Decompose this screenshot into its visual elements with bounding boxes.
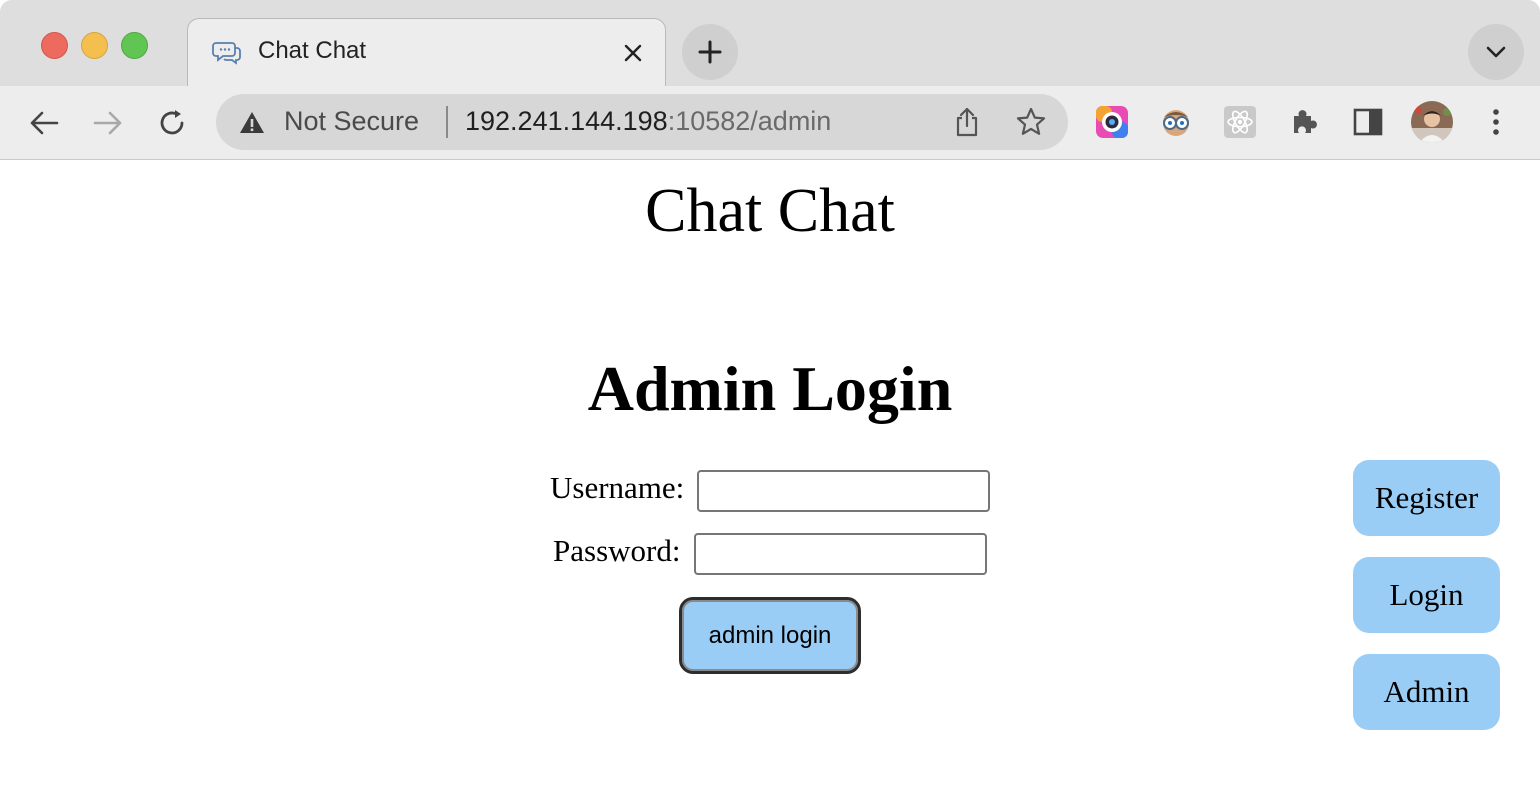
react-devtools-icon[interactable] bbox=[1222, 104, 1258, 140]
tab-search-button[interactable] bbox=[1468, 24, 1524, 80]
goggles-extension-icon[interactable] bbox=[1158, 104, 1194, 140]
maximize-window-button[interactable] bbox=[121, 32, 148, 59]
tab-title: Chat Chat bbox=[258, 37, 367, 64]
admin-login-button[interactable]: admin login bbox=[679, 597, 861, 674]
password-label: Password: bbox=[553, 533, 681, 568]
extensions-puzzle-icon[interactable] bbox=[1286, 104, 1322, 140]
arrow-left-icon bbox=[30, 111, 59, 135]
plus-icon bbox=[698, 40, 722, 64]
warning-icon[interactable] bbox=[238, 110, 266, 136]
address-bar[interactable]: Not Secure 192.241.144.198:10582/admin bbox=[216, 94, 1068, 150]
url-text[interactable]: 192.241.144.198:10582/admin bbox=[465, 106, 831, 137]
minimize-window-button[interactable] bbox=[81, 32, 108, 59]
address-divider bbox=[446, 106, 448, 138]
admin-nav-button[interactable]: Admin bbox=[1353, 654, 1500, 730]
tab-strip: Chat Chat bbox=[0, 0, 1540, 87]
username-label: Username: bbox=[550, 470, 685, 505]
side-panel-icon[interactable] bbox=[1350, 104, 1386, 140]
new-tab-button[interactable] bbox=[682, 24, 738, 80]
close-window-button[interactable] bbox=[41, 32, 68, 59]
browser-menu-icon[interactable] bbox=[1478, 104, 1514, 140]
back-button[interactable] bbox=[25, 104, 63, 142]
arrow-right-icon bbox=[93, 111, 122, 135]
forward-button[interactable] bbox=[89, 104, 127, 142]
color-picker-extension-icon[interactable] bbox=[1094, 104, 1130, 140]
reload-button[interactable] bbox=[153, 104, 191, 142]
tab-chat-chat[interactable]: Chat Chat bbox=[187, 18, 666, 87]
url-path: :10582/admin bbox=[667, 106, 832, 136]
tab-close-icon[interactable] bbox=[619, 39, 647, 67]
chat-bubbles-icon bbox=[212, 39, 242, 65]
chevron-down-icon bbox=[1486, 46, 1506, 58]
bookmark-star-icon[interactable] bbox=[1015, 106, 1047, 138]
password-input[interactable] bbox=[694, 533, 987, 575]
url-host: 192.241.144.198 bbox=[465, 106, 668, 136]
security-label[interactable]: Not Secure bbox=[284, 106, 419, 137]
page-title: Chat Chat bbox=[645, 177, 895, 245]
password-row: Password: bbox=[553, 533, 987, 575]
admin-login-heading: Admin Login bbox=[587, 353, 953, 424]
profile-avatar[interactable] bbox=[1410, 100, 1454, 144]
username-input[interactable] bbox=[697, 470, 990, 512]
share-icon[interactable] bbox=[952, 106, 982, 138]
login-nav-button[interactable]: Login bbox=[1353, 557, 1500, 633]
reload-icon bbox=[160, 110, 184, 135]
register-nav-button[interactable]: Register bbox=[1353, 460, 1500, 536]
browser-toolbar: Not Secure 192.241.144.198:10582/admin bbox=[0, 86, 1540, 160]
browser-window: Chat Chat Not Secure 192.241.144.198:105… bbox=[0, 0, 1540, 790]
username-row: Username: bbox=[550, 470, 990, 512]
